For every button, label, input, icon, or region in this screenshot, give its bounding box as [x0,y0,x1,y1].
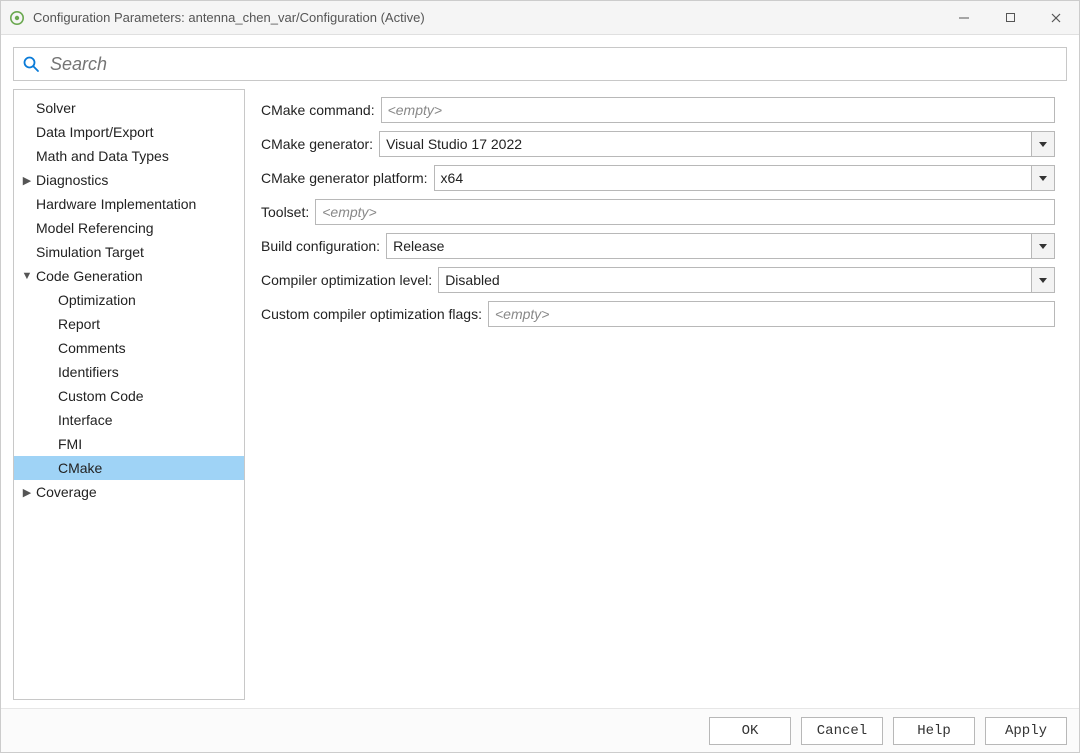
setting-value[interactable]: Release [386,233,1031,259]
search-input[interactable] [48,53,1058,76]
tree-item-label: Model Referencing [34,220,154,236]
setting-row-cmake-generator: CMake generator:Visual Studio 17 2022 [261,131,1055,157]
tree-item-label: Custom Code [42,388,144,404]
setting-combo[interactable]: Visual Studio 17 2022 [379,131,1055,157]
tree-item-label: Identifiers [42,364,119,380]
tree-item-data-import-export[interactable]: Data Import/Export [14,120,244,144]
tree-item-math-and-data-types[interactable]: Math and Data Types [14,144,244,168]
setting-label: CMake generator platform: [261,170,434,186]
close-icon [1050,12,1062,24]
setting-value[interactable]: x64 [434,165,1031,191]
setting-combo[interactable]: x64 [434,165,1055,191]
window-title: Configuration Parameters: antenna_chen_v… [33,10,941,25]
setting-label: CMake generator: [261,136,379,152]
setting-input[interactable]: <empty> [488,301,1055,327]
cancel-button[interactable]: Cancel [801,717,883,745]
dialog-footer: OK Cancel Help Apply [1,708,1079,752]
help-button[interactable]: Help [893,717,975,745]
ok-button[interactable]: OK [709,717,791,745]
tree-item-simulation-target[interactable]: Simulation Target [14,240,244,264]
tree-item-label: Math and Data Types [34,148,169,164]
setting-value[interactable]: Disabled [438,267,1031,293]
search-bar[interactable] [13,47,1067,81]
tree-item-fmi[interactable]: FMI [14,432,244,456]
tree-item-label: CMake [42,460,102,476]
maximize-icon [1005,12,1016,23]
tree-item-label: Coverage [34,484,97,500]
settings-panel: CMake command:<empty>CMake generator:Vis… [245,89,1067,700]
tree-item-report[interactable]: Report [14,312,244,336]
tree-item-hardware-implementation[interactable]: Hardware Implementation [14,192,244,216]
caret-down-icon[interactable]: ▼ [20,270,34,282]
setting-row-custom-compiler-optimization-flags: Custom compiler optimization flags:<empt… [261,301,1055,327]
setting-label: Build configuration: [261,238,386,254]
tree-item-label: Optimization [42,292,136,308]
category-tree[interactable]: Solver Data Import/Export Math and Data Ty… [13,89,245,700]
tree-item-diagnostics[interactable]: ▶Diagnostics [14,168,244,192]
tree-item-solver[interactable]: Solver [14,96,244,120]
setting-row-cmake-command: CMake command:<empty> [261,97,1055,123]
search-icon [22,55,40,73]
setting-label: Custom compiler optimization flags: [261,306,488,322]
caret-right-icon[interactable]: ▶ [20,174,34,187]
tree-item-label: Diagnostics [34,172,108,188]
tree-item-identifiers[interactable]: Identifiers [14,360,244,384]
tree-item-code-generation[interactable]: ▼Code Generation [14,264,244,288]
maximize-button[interactable] [987,1,1033,34]
setting-row-toolset: Toolset:<empty> [261,199,1055,225]
chevron-down-icon[interactable] [1031,165,1055,191]
tree-item-label: Interface [42,412,112,428]
setting-label: Compiler optimization level: [261,272,438,288]
tree-item-optimization[interactable]: Optimization [14,288,244,312]
setting-label: Toolset: [261,204,315,220]
close-button[interactable] [1033,1,1079,34]
chevron-down-icon[interactable] [1031,233,1055,259]
window-buttons [941,1,1079,34]
setting-input[interactable]: <empty> [381,97,1055,123]
tree-item-coverage[interactable]: ▶Coverage [14,480,244,504]
tree-item-comments[interactable]: Comments [14,336,244,360]
tree-item-interface[interactable]: Interface [14,408,244,432]
titlebar: Configuration Parameters: antenna_chen_v… [1,1,1079,35]
config-parameters-window: Configuration Parameters: antenna_chen_v… [0,0,1080,753]
app-icon [9,10,25,26]
tree-item-label: Solver [34,100,76,116]
tree-item-model-referencing[interactable]: Model Referencing [14,216,244,240]
setting-label: CMake command: [261,102,381,118]
minimize-icon [958,12,970,24]
tree-item-cmake[interactable]: CMake [14,456,244,480]
caret-right-icon[interactable]: ▶ [20,486,34,499]
tree-item-label: Report [42,316,100,332]
tree-item-label: Code Generation [34,268,143,284]
setting-value[interactable]: Visual Studio 17 2022 [379,131,1031,157]
setting-row-build-configuration: Build configuration:Release [261,233,1055,259]
tree-item-custom-code[interactable]: Custom Code [14,384,244,408]
tree-item-label: Data Import/Export [34,124,154,140]
tree-item-label: Simulation Target [34,244,144,260]
chevron-down-icon[interactable] [1031,267,1055,293]
setting-input[interactable]: <empty> [315,199,1055,225]
setting-combo[interactable]: Release [386,233,1055,259]
tree-item-label: FMI [42,436,82,452]
tree-item-label: Hardware Implementation [34,196,196,212]
tree-item-label: Comments [42,340,126,356]
setting-combo[interactable]: Disabled [438,267,1055,293]
setting-row-compiler-optimization-level: Compiler optimization level:Disabled [261,267,1055,293]
main-body: Solver Data Import/Export Math and Data Ty… [1,89,1079,708]
setting-row-cmake-generator-platform: CMake generator platform:x64 [261,165,1055,191]
minimize-button[interactable] [941,1,987,34]
apply-button[interactable]: Apply [985,717,1067,745]
chevron-down-icon[interactable] [1031,131,1055,157]
